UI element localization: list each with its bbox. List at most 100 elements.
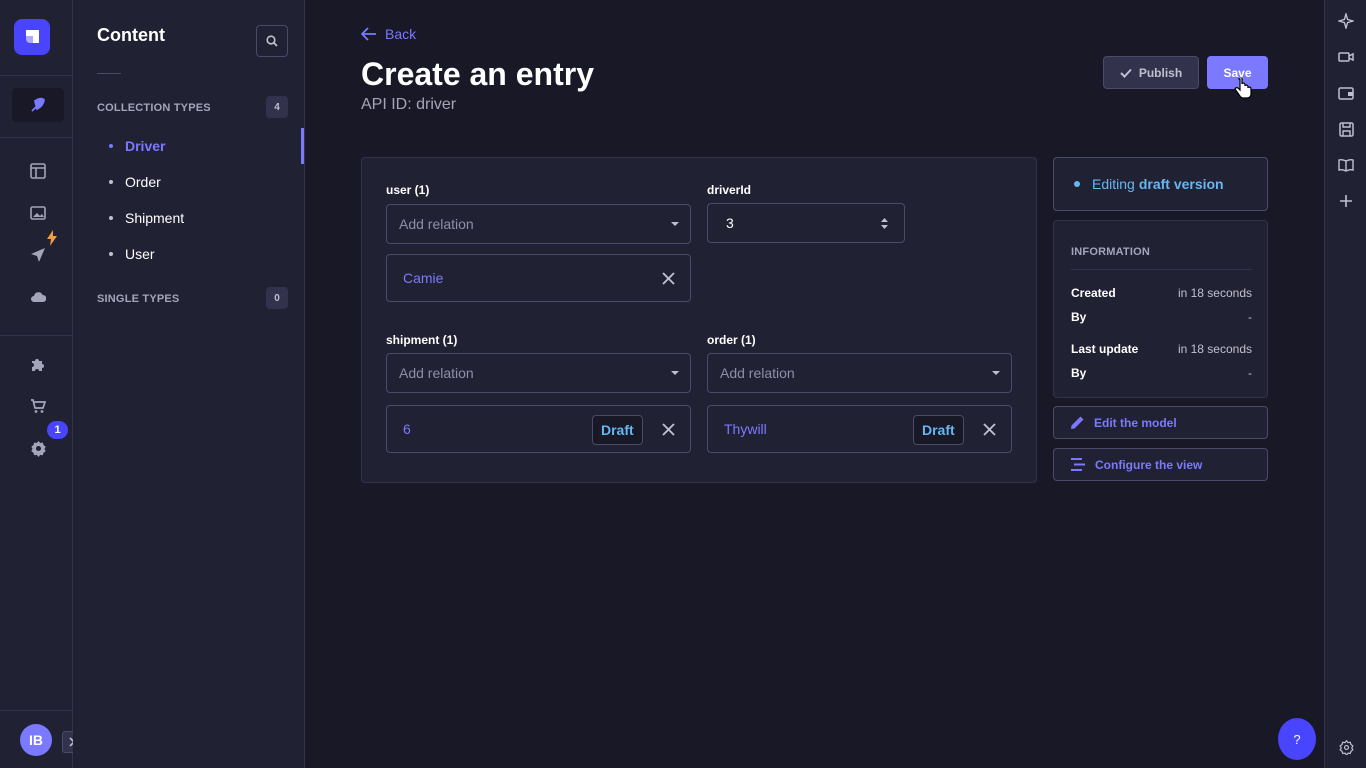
shipment-relation-select[interactable]: Add relation	[386, 353, 691, 393]
back-link[interactable]: Back	[361, 26, 416, 42]
subnav-item-label: Shipment	[125, 210, 185, 226]
plus-icon	[1340, 195, 1352, 207]
video-button[interactable]	[1336, 47, 1356, 67]
paper-plane-icon	[31, 248, 45, 262]
right-tool-rail	[1324, 0, 1366, 768]
notification-badge: 1	[47, 421, 68, 439]
cloud-icon	[31, 292, 46, 302]
strapi-logo[interactable]	[14, 19, 50, 55]
content-manager-nav[interactable]	[12, 88, 64, 122]
info-value: -	[1248, 366, 1252, 380]
stepper-icon[interactable]	[880, 217, 889, 230]
driverid-input[interactable]: 3	[707, 203, 905, 243]
deploy-nav[interactable]	[12, 230, 64, 272]
cloud-nav[interactable]	[12, 280, 64, 314]
info-value: in 18 seconds	[1177, 342, 1252, 356]
info-key: Created	[1071, 286, 1116, 300]
wallet-icon	[1338, 87, 1354, 100]
marketplace-nav[interactable]	[12, 389, 64, 423]
list-settings-icon	[1071, 458, 1085, 471]
remove-order-relation-button[interactable]	[979, 419, 999, 439]
shipment-related-link[interactable]: 6	[403, 421, 411, 437]
rail-settings-button[interactable]	[1336, 737, 1356, 757]
edit-view: Back Create an entry API ID: driver Publ…	[306, 0, 1324, 768]
collection-types-heading: COLLECTION TYPES	[97, 102, 211, 114]
caret-down-icon	[671, 222, 679, 226]
plugins-nav[interactable]	[12, 347, 64, 381]
feather-icon	[31, 97, 45, 112]
cart-icon	[31, 399, 46, 413]
save-draft-button[interactable]	[1336, 119, 1356, 139]
bullet-icon	[109, 216, 113, 220]
bullet-icon	[109, 144, 113, 148]
pencil-icon	[1071, 416, 1084, 429]
content-type-builder-nav[interactable]	[12, 154, 64, 188]
video-icon	[1338, 52, 1354, 62]
draft-badge: Draft	[913, 415, 964, 445]
image-icon	[30, 206, 46, 220]
single-types-count: 0	[266, 287, 288, 309]
help-button[interactable]: ?	[1278, 718, 1316, 760]
subnav-search-button[interactable]	[256, 25, 288, 57]
info-key: Last update	[1071, 342, 1139, 356]
sparkle-icon	[1338, 13, 1354, 29]
wallet-button[interactable]	[1336, 83, 1356, 103]
puzzle-icon	[32, 359, 44, 371]
information-panel: INFORMATION Created in 18 seconds By - L…	[1053, 220, 1268, 398]
configure-view-label: Configure the view	[1095, 457, 1203, 472]
back-label: Back	[385, 26, 417, 42]
user-related-item: Camie	[386, 254, 691, 302]
subnav-item-order[interactable]: Order	[97, 164, 305, 200]
close-icon	[661, 422, 675, 436]
remove-shipment-relation-button[interactable]	[658, 419, 678, 439]
gear-icon	[30, 440, 46, 457]
subnav-item-user[interactable]: User	[97, 236, 305, 272]
info-row: Last update in 18 seconds	[1071, 342, 1252, 356]
bullet-icon	[109, 180, 113, 184]
order-related-link[interactable]: Thywill	[724, 421, 767, 437]
remove-user-relation-button[interactable]	[658, 268, 678, 288]
rail-divider	[0, 335, 73, 336]
lightning-icon	[47, 230, 57, 246]
subnav-title: Content	[97, 25, 165, 45]
configure-view-button[interactable]: Configure the view	[1053, 448, 1268, 481]
search-icon	[266, 35, 278, 47]
docs-button[interactable]	[1336, 155, 1356, 175]
media-library-nav[interactable]	[12, 196, 64, 230]
user-related-link[interactable]: Camie	[403, 270, 443, 286]
info-row: By -	[1071, 366, 1252, 380]
check-icon	[1120, 68, 1132, 78]
subnav-item-shipment[interactable]: Shipment	[97, 200, 305, 236]
gear-icon	[1338, 739, 1354, 755]
subnav-divider	[97, 73, 121, 74]
information-divider	[1071, 269, 1252, 270]
content-subnav: Content COLLECTION TYPES 4 Driver Order …	[73, 0, 305, 768]
info-key: By	[1071, 310, 1087, 324]
api-id: API ID: driver	[361, 96, 457, 113]
subnav-item-driver[interactable]: Driver	[97, 128, 305, 164]
book-icon	[1338, 158, 1354, 172]
edit-model-label: Edit the model	[1094, 415, 1177, 430]
driverid-value: 3	[726, 215, 734, 231]
rail-divider	[0, 137, 73, 138]
order-relation-select[interactable]: Add relation	[707, 353, 1012, 393]
user-relation-placeholder: Add relation	[399, 216, 474, 232]
user-avatar[interactable]: IB	[20, 724, 52, 756]
user-field-label: user (1)	[386, 183, 430, 197]
info-row: By -	[1071, 310, 1252, 324]
single-types-heading: SINGLE TYPES	[97, 293, 180, 305]
publish-button[interactable]: Publish	[1103, 56, 1199, 89]
draft-badge: Draft	[592, 415, 643, 445]
rail-divider	[0, 710, 73, 711]
user-relation-select[interactable]: Add relation	[386, 204, 691, 244]
arrow-left-icon	[361, 27, 376, 41]
main-nav-rail: 1 IB	[0, 0, 82, 768]
info-value: in 18 seconds	[1177, 286, 1252, 300]
driverid-field-label: driverId	[707, 183, 752, 197]
ai-sparkle-button[interactable]	[1336, 11, 1356, 31]
shipment-field-label: shipment (1)	[386, 333, 458, 347]
add-button[interactable]	[1336, 191, 1356, 211]
edit-model-button[interactable]: Edit the model	[1053, 406, 1268, 439]
active-item-indicator	[301, 128, 304, 164]
page-title: Create an entry	[361, 56, 594, 92]
